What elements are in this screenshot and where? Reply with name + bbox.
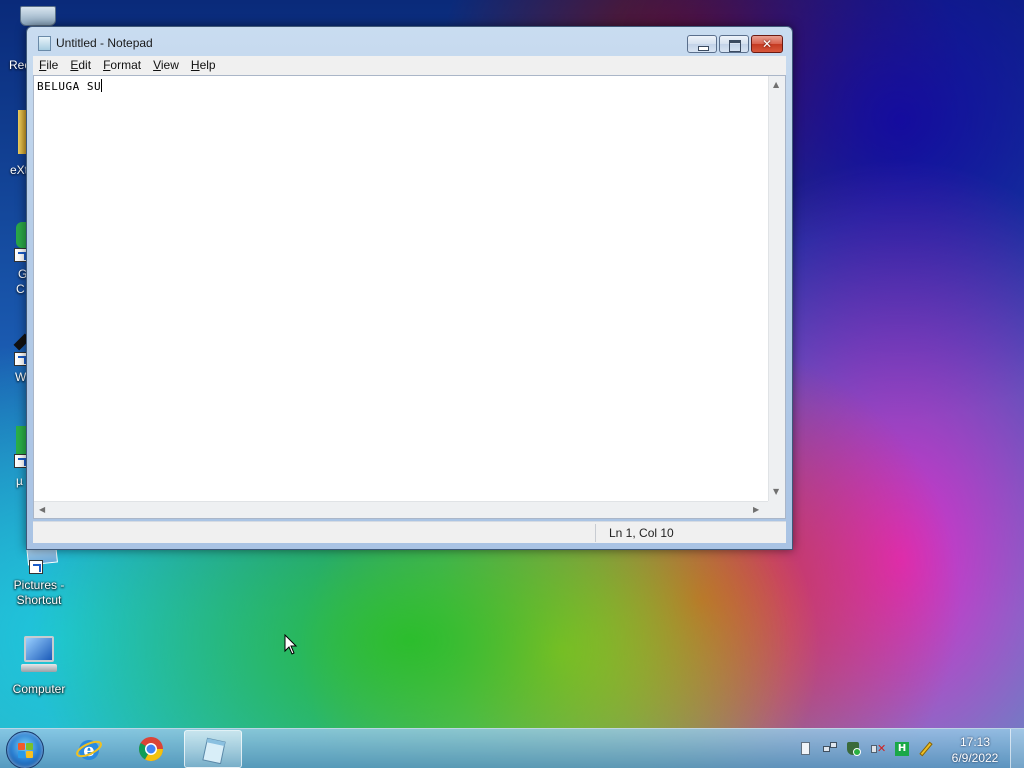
scrollbar-corner — [768, 501, 785, 518]
menu-help[interactable]: Help — [185, 56, 222, 74]
status-divider — [595, 524, 596, 542]
horizontal-scrollbar[interactable]: ◀ ▶ — [34, 501, 769, 518]
scroll-right-arrow-icon[interactable]: ▶ — [753, 506, 759, 514]
status-bar: Ln 1, Col 10 — [33, 521, 786, 543]
desktop-icon-label: Pictures - Shortcut — [13, 578, 65, 607]
action-center-icon[interactable] — [846, 741, 862, 757]
menu-view[interactable]: View — [147, 56, 185, 74]
title-bar[interactable]: Untitled - Notepad — [27, 27, 792, 57]
editor-content[interactable]: BELUGA SU — [37, 79, 103, 93]
app-tray-icon[interactable]: H — [894, 741, 910, 757]
scroll-up-arrow-icon[interactable]: ▲ — [773, 81, 779, 89]
scroll-down-arrow-icon[interactable]: ▼ — [773, 488, 779, 496]
notepad-window[interactable]: Untitled - Notepad FileEditFormatViewHel… — [26, 26, 793, 550]
notepad-icon — [38, 36, 51, 51]
cursor-position: Ln 1, Col 10 — [609, 526, 674, 540]
desktop-icon-label: µ — [16, 474, 23, 488]
window-title: Untitled - Notepad — [56, 36, 153, 50]
recycle-bin-icon — [20, 6, 56, 26]
text-editor[interactable]: BELUGA SU ▲ ▼ ◀ ▶ — [33, 75, 786, 519]
show-desktop-button[interactable] — [1010, 729, 1024, 768]
internet-explorer-icon: e — [76, 740, 102, 761]
text-caret — [101, 79, 103, 92]
system-clock[interactable]: 17:13 6/9/2022 — [940, 734, 1010, 766]
chrome-icon — [138, 737, 163, 762]
document-tray-icon[interactable] — [798, 741, 814, 757]
desktop-icon-label: W — [15, 370, 27, 384]
maximize-button[interactable] — [719, 35, 749, 53]
volume-muted-icon[interactable]: ✕ — [870, 741, 886, 757]
desktop-icon-label: C — [16, 282, 25, 296]
menu-bar: File Edit Format View Help — [33, 56, 786, 75]
taskbar: e ✕ H 17:13 6/9/2022 — [0, 728, 1024, 768]
scroll-left-arrow-icon[interactable]: ◀ — [39, 506, 45, 514]
vertical-scrollbar[interactable]: ▲ ▼ — [768, 76, 785, 501]
network-icon[interactable] — [822, 741, 838, 757]
menu-edit[interactable]: Edit — [64, 56, 97, 74]
taskbar-chrome[interactable] — [122, 730, 180, 768]
desktop-icon-pictures-shortcut[interactable]: Pictures - Shortcut — [1, 540, 77, 608]
windows-logo-icon — [18, 743, 34, 759]
pen-tray-icon[interactable] — [918, 741, 934, 757]
close-button[interactable] — [751, 35, 783, 53]
taskbar-internet-explorer[interactable]: e — [60, 730, 118, 768]
clock-date: 6/9/2022 — [951, 751, 999, 765]
mouse-pointer-icon — [284, 634, 298, 655]
clock-time: 17:13 — [959, 735, 991, 749]
minimize-button[interactable] — [687, 35, 717, 53]
app-icon — [16, 426, 26, 454]
notepad-icon — [202, 737, 226, 764]
taskbar-notepad[interactable] — [184, 730, 242, 768]
computer-icon — [15, 634, 63, 678]
app-icon — [16, 222, 26, 248]
desktop-icon-computer[interactable]: Computer — [1, 634, 77, 697]
folder-icon — [18, 110, 26, 154]
desktop-icon-label: Computer — [12, 682, 66, 696]
start-button[interactable] — [6, 731, 44, 768]
menu-format[interactable]: Format — [97, 56, 147, 74]
menu-file[interactable]: File — [33, 56, 64, 74]
